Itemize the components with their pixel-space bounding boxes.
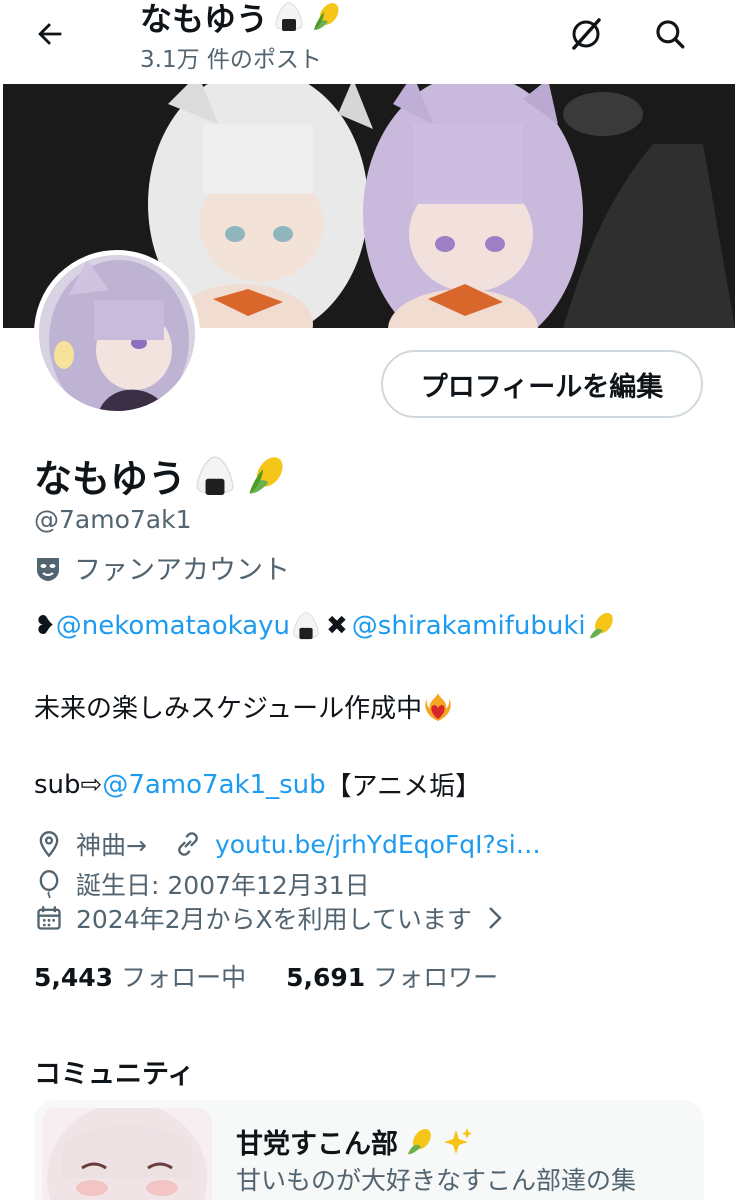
grok-button[interactable] [564,12,608,56]
bio-line-2-text: 未来の楽しみスケジュール作成中 [34,694,423,724]
following-count: 5,443 [34,963,114,992]
balloon-icon [34,869,64,899]
community-card[interactable]: 甘党すこん部 甘いものが大好きなすこん部達の集 [34,1100,704,1200]
website-link[interactable]: youtu.be/jrhYdEqoFqI?si… [215,830,541,859]
bio-sub-prefix: sub⇨ [34,769,103,800]
community-title: 甘党すこん部 [236,1122,474,1161]
bio-heart-prefix: ❥ [34,611,56,641]
avatar[interactable] [34,250,200,416]
header-title: なもゆう [140,0,344,40]
corn-emoji-icon [407,1128,431,1154]
user-handle: @7amo7ak1 [34,505,192,534]
avatar-image [39,255,195,411]
community-title-text: 甘党すこん部 [236,1129,398,1160]
following-label: フォロー中 [121,963,247,992]
mention-link-sub[interactable]: @7amo7ak1_sub [102,770,325,800]
top-bar: なもゆう 3.1万 件のポスト [0,0,737,82]
onigiri-emoji-icon [275,2,303,31]
corn-emoji-icon [589,612,613,639]
search-icon [656,20,685,49]
account-category-text: ファンアカウント [74,555,290,586]
birthday-text: 誕生日: 2007年12月31日 [76,871,370,900]
bio-line-2: 未来の楽しみスケジュール作成中 [34,688,454,725]
meta-row-location-link: 神曲→ youtu.be/jrhYdEqoFqI?si… [34,826,541,862]
back-arrow-icon [38,23,62,45]
meta-row-joined[interactable]: 2024年2月からXを利用しています [34,900,522,936]
location-pin-icon [34,829,64,859]
link-icon [173,829,203,859]
mention-link-fubuki[interactable]: @shirakamifubuki [352,611,586,641]
display-name: なもゆう [34,448,290,503]
cross-mark: ✖ [326,611,348,641]
theater-mask-icon [37,557,59,581]
chevron-right-icon [480,903,510,933]
calendar-icon [34,903,64,933]
header-title-text: なもゆう [140,0,269,38]
followers-stat[interactable]: 5,691 フォロワー [286,958,498,994]
followers-label: フォロワー [373,963,499,992]
fire-heart-emoji-icon [425,692,451,721]
grok-icon [572,18,601,50]
community-thumbnail [42,1108,212,1200]
followers-count: 5,691 [286,963,366,992]
mention-link-okayu[interactable]: @nekomataokayu [56,611,290,641]
meta-row-birthday: 誕生日: 2007年12月31日 [34,866,370,902]
post-count: 3.1万 件のポスト [140,47,322,73]
account-category: ファンアカウント [34,548,290,587]
display-name-text: なもゆう [34,457,187,501]
joined-text: 2024年2月からXを利用しています [76,905,472,934]
corn-emoji-icon [314,3,339,30]
search-button[interactable] [648,12,692,56]
onigiri-emoji-icon [293,612,319,640]
edit-profile-button[interactable]: プロフィールを編集 [381,350,703,418]
onigiri-emoji-icon [196,455,234,495]
bio-line-3: sub⇨ @7amo7ak1_sub 【アニメ垢】 [34,766,481,803]
back-button[interactable] [30,14,70,54]
follow-stats: 5,443 フォロー中 5,691 フォロワー [34,958,498,994]
following-stat[interactable]: 5,443 フォロー中 [34,958,246,994]
corn-emoji-icon [249,456,283,494]
bio-line-1: ❥ @nekomataokayu ✖ @shirakamifubuki [34,610,618,642]
community-description: 甘いものが大好きなすこん部達の集 [236,1166,637,1195]
bio-sub-suffix: 【アニメ垢】 [325,772,482,802]
community-heading: コミュニティ [34,1059,195,1090]
sparkles-emoji-icon [444,1127,472,1154]
location-text: 神曲→ [76,831,147,860]
